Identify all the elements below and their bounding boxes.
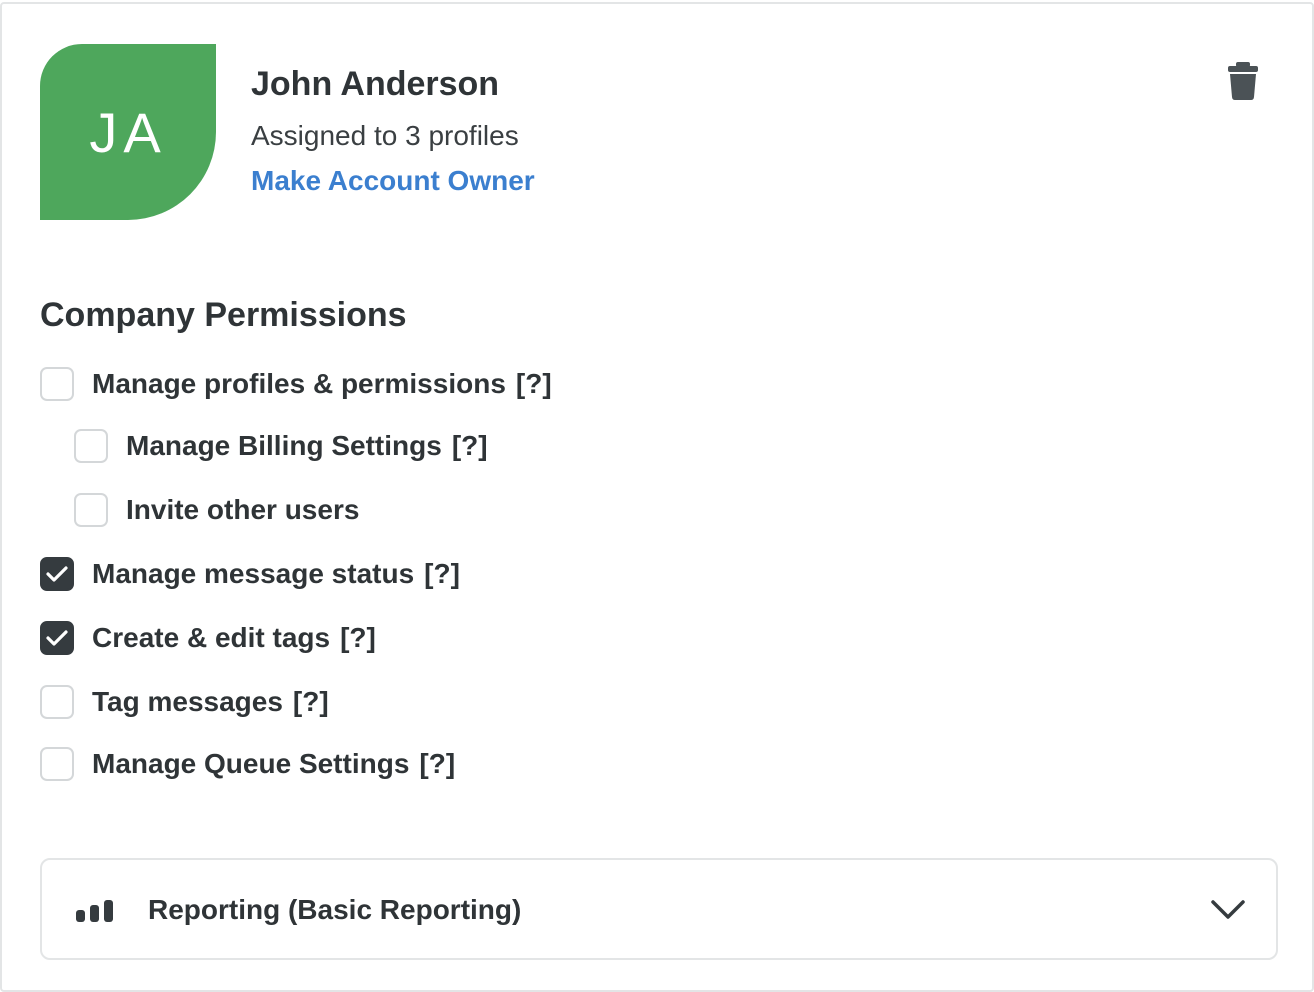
permission-checkbox[interactable]	[40, 557, 74, 591]
permission-checkbox[interactable]	[40, 685, 74, 719]
permission-row[interactable]: Manage Billing Settings [?]	[74, 428, 488, 464]
bar-chart-icon	[76, 900, 113, 922]
avatar: JA	[40, 44, 216, 220]
permission-label: Manage Billing Settings	[126, 430, 442, 461]
company-permissions-title: Company Permissions	[40, 296, 407, 334]
user-name: John Anderson	[251, 65, 500, 103]
permission-label: Manage Queue Settings	[92, 748, 410, 779]
permission-label: Create & edit tags	[92, 622, 331, 653]
permission-label: Manage message status	[92, 558, 415, 589]
permission-checkbox[interactable]	[40, 747, 74, 781]
avatar-initials: JA	[89, 100, 167, 164]
reporting-accordion[interactable]: Reporting (Basic Reporting)	[40, 858, 1278, 960]
assigned-profiles-text: Assigned to 3 profiles	[251, 120, 519, 151]
permission-checkbox[interactable]	[74, 429, 108, 463]
permission-help-link[interactable]: [?]	[340, 622, 376, 654]
permission-checkbox[interactable]	[40, 367, 74, 401]
checkmark-icon	[46, 566, 68, 582]
make-account-owner-link[interactable]: Make Account Owner	[251, 165, 535, 197]
user-permissions-card: JA John Anderson Assigned to 3 profiles …	[0, 2, 1314, 992]
permission-label: Manage profiles & permissions	[92, 368, 506, 399]
permission-row[interactable]: Manage message status [?]	[40, 556, 460, 592]
permission-label: Invite other users	[126, 494, 360, 525]
permission-row[interactable]: Tag messages [?]	[40, 684, 329, 720]
permission-help-link[interactable]: [?]	[293, 686, 329, 718]
permission-label: Tag messages	[92, 686, 283, 717]
reporting-label: Reporting (Basic Reporting)	[148, 894, 522, 925]
permission-checkbox[interactable]	[74, 493, 108, 527]
permission-help-link[interactable]: [?]	[452, 430, 488, 462]
permission-row[interactable]: Create & edit tags [?]	[40, 620, 376, 656]
trash-icon[interactable]	[1226, 62, 1260, 100]
permission-row[interactable]: Manage Queue Settings [?]	[40, 746, 455, 782]
checkmark-icon	[46, 630, 68, 646]
permission-help-link[interactable]: [?]	[424, 558, 460, 590]
permission-help-link[interactable]: [?]	[516, 368, 552, 400]
permission-help-link[interactable]: [?]	[419, 748, 455, 780]
permission-checkbox[interactable]	[40, 621, 74, 655]
permission-row[interactable]: Invite other users	[74, 492, 359, 528]
chevron-down-icon[interactable]	[1210, 898, 1246, 922]
permission-row[interactable]: Manage profiles & permissions [?]	[40, 366, 552, 402]
